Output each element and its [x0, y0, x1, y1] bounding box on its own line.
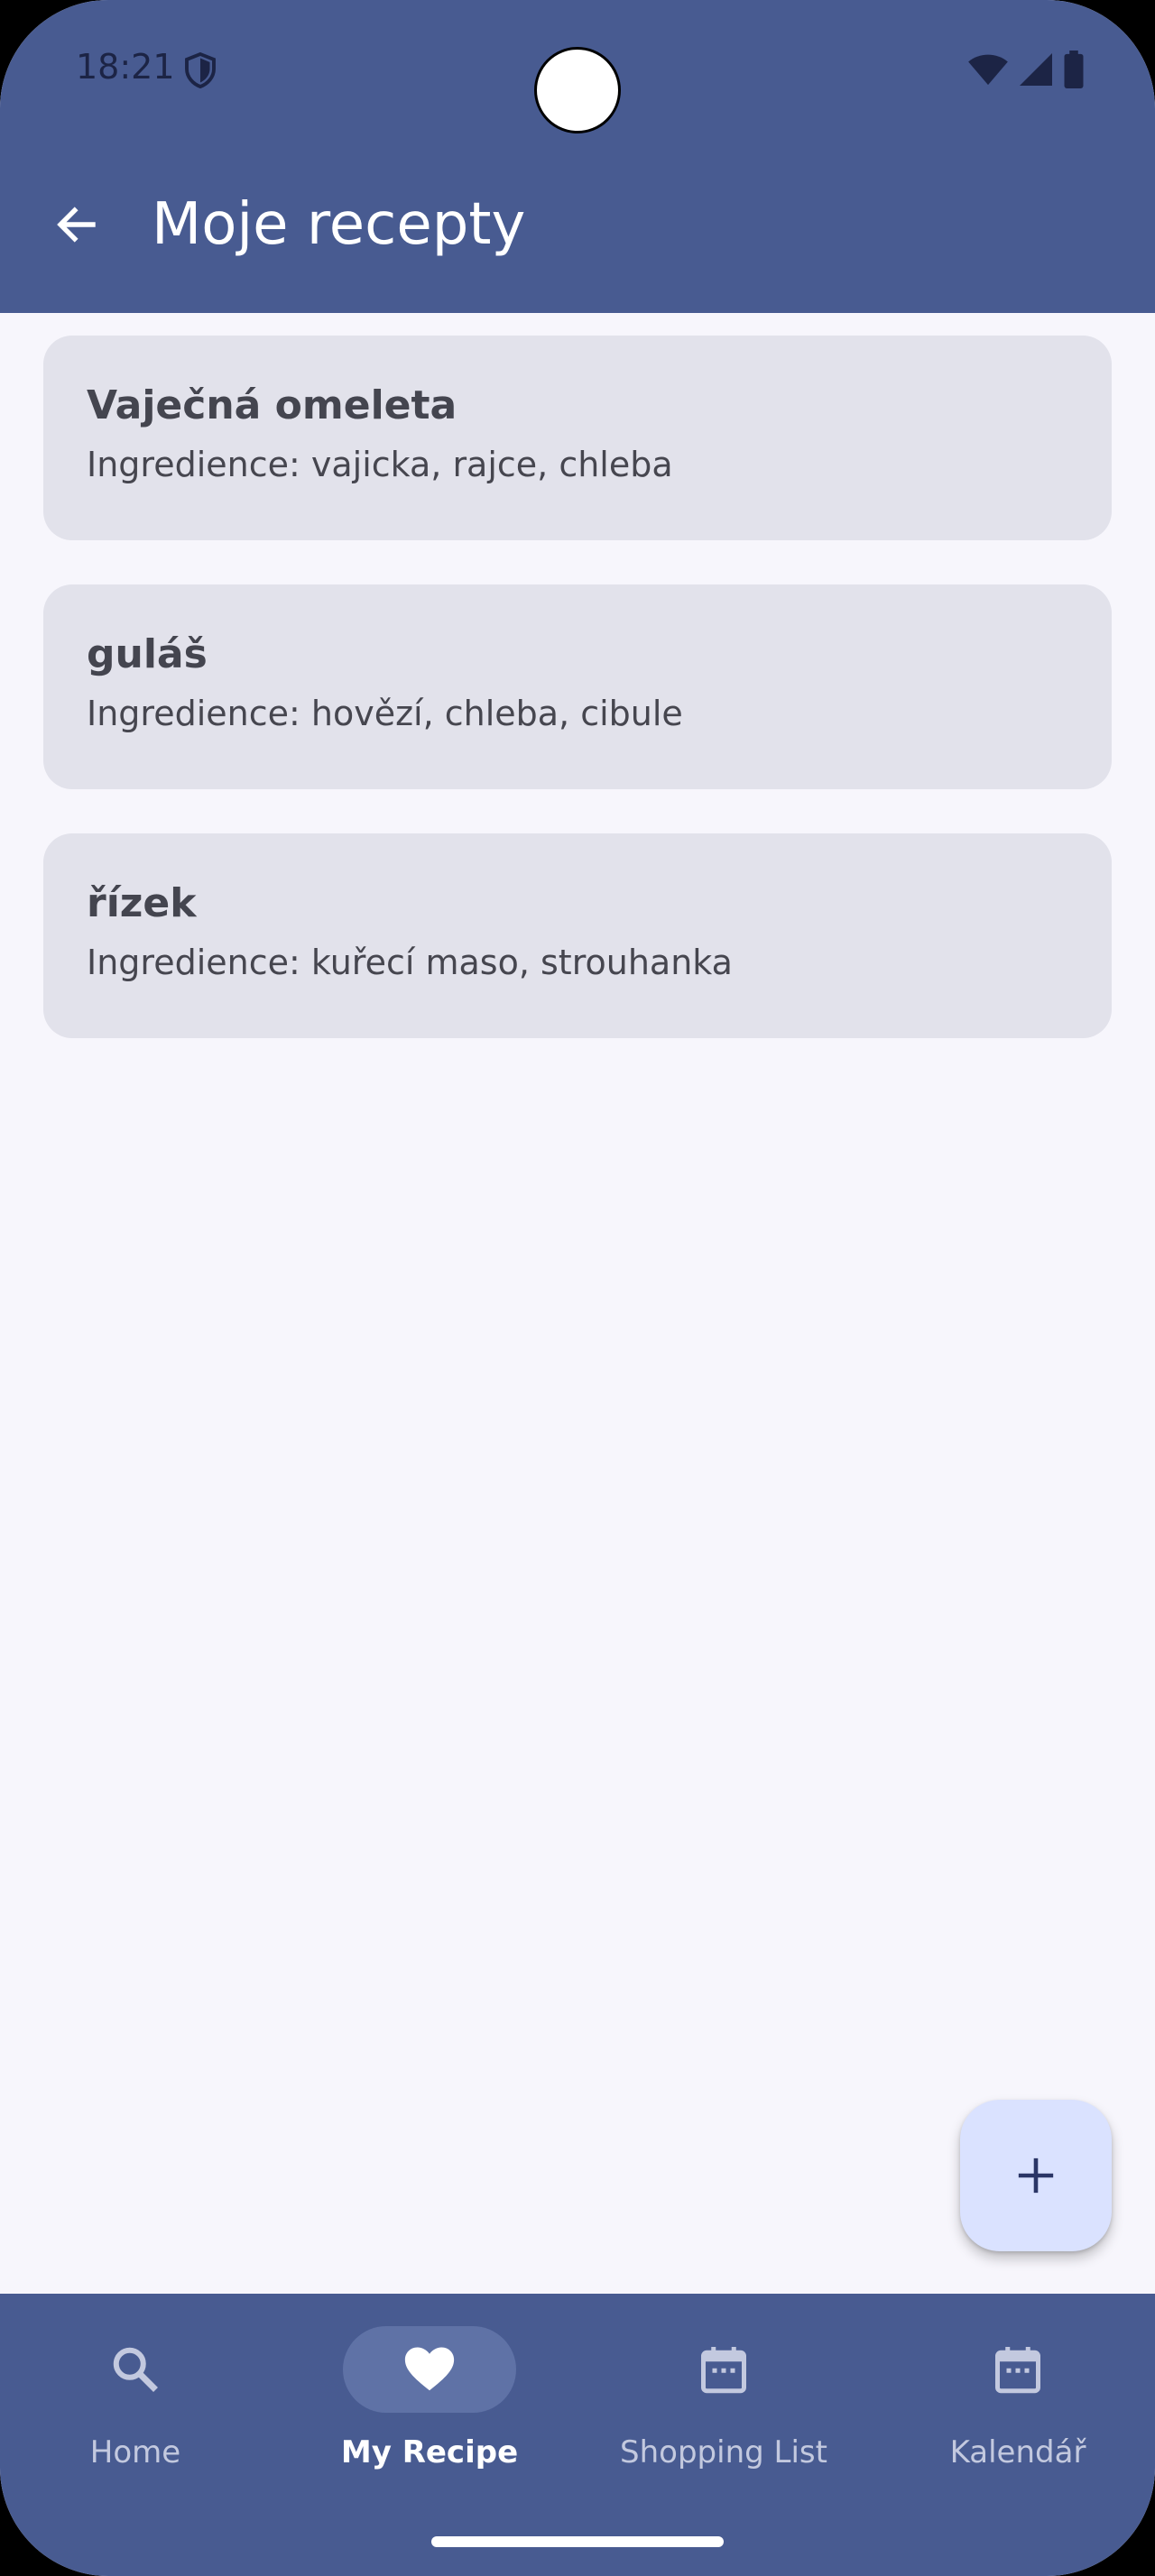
calendar-icon — [701, 2347, 746, 2394]
nav-label-kalendar: Kalendář — [949, 2434, 1086, 2470]
nav-icon-container — [343, 2326, 516, 2413]
heart-icon — [404, 2347, 455, 2391]
nav-item-my-recipe[interactable]: My Recipe — [294, 2326, 565, 2470]
nav-icon-container — [49, 2326, 222, 2413]
recipe-list: Vaječná omeleta Ingredience: vajicka, ra… — [43, 336, 1112, 1082]
status-time: 18:21 — [76, 47, 175, 87]
recipe-ingredients: Ingredience: vajicka, rajce, chleba — [87, 445, 673, 484]
nav-item-shopping-list[interactable]: Shopping List — [588, 2326, 859, 2470]
nav-item-home[interactable]: Home — [0, 2326, 271, 2470]
nav-label-home: Home — [89, 2434, 181, 2470]
recipe-card[interactable]: Vaječná omeleta Ingredience: vajicka, ra… — [43, 336, 1112, 540]
nav-label-shopping-list: Shopping List — [620, 2434, 827, 2470]
recipe-card[interactable]: guláš Ingredience: hovězí, chleba, cibul… — [43, 584, 1112, 789]
recipe-ingredients: Ingredience: kuřecí maso, strouhanka — [87, 943, 733, 982]
calendar-icon — [995, 2347, 1040, 2394]
signal-icon — [1020, 53, 1052, 86]
nav-label-my-recipe: My Recipe — [340, 2434, 519, 2470]
battery-icon — [1064, 51, 1084, 88]
add-recipe-button[interactable] — [960, 2100, 1112, 2251]
search-icon — [113, 2347, 158, 2392]
back-button[interactable] — [45, 193, 108, 256]
nav-icon-container — [637, 2326, 810, 2413]
nav-item-kalendar[interactable]: Kalendář — [882, 2326, 1153, 2470]
page-title: Moje recepty — [152, 191, 526, 258]
status-icons — [967, 51, 1085, 88]
gesture-home-indicator[interactable] — [431, 2536, 724, 2547]
arrow-back-icon — [57, 207, 96, 243]
recipe-ingredients: Ingredience: hovězí, chleba, cibule — [87, 694, 683, 733]
phone-screen: 18:21 Moje recepty Vaječná omeleta Ingre… — [0, 0, 1155, 2576]
camera-cutout — [534, 47, 621, 133]
recipe-title: řízek — [87, 880, 197, 926]
recipe-title: guláš — [87, 631, 208, 677]
top-app-bar: 18:21 Moje recepty — [0, 0, 1155, 313]
recipe-title: Vaječná omeleta — [87, 382, 457, 428]
nav-icon-container — [931, 2326, 1104, 2413]
plus-icon — [1018, 2157, 1054, 2194]
shield-icon — [185, 52, 216, 88]
recipe-card[interactable]: řízek Ingredience: kuřecí maso, strouhan… — [43, 833, 1112, 1038]
wifi-icon — [968, 54, 1008, 86]
bottom-navigation: Home My Recipe Shopping List Kalendář — [0, 2294, 1155, 2576]
